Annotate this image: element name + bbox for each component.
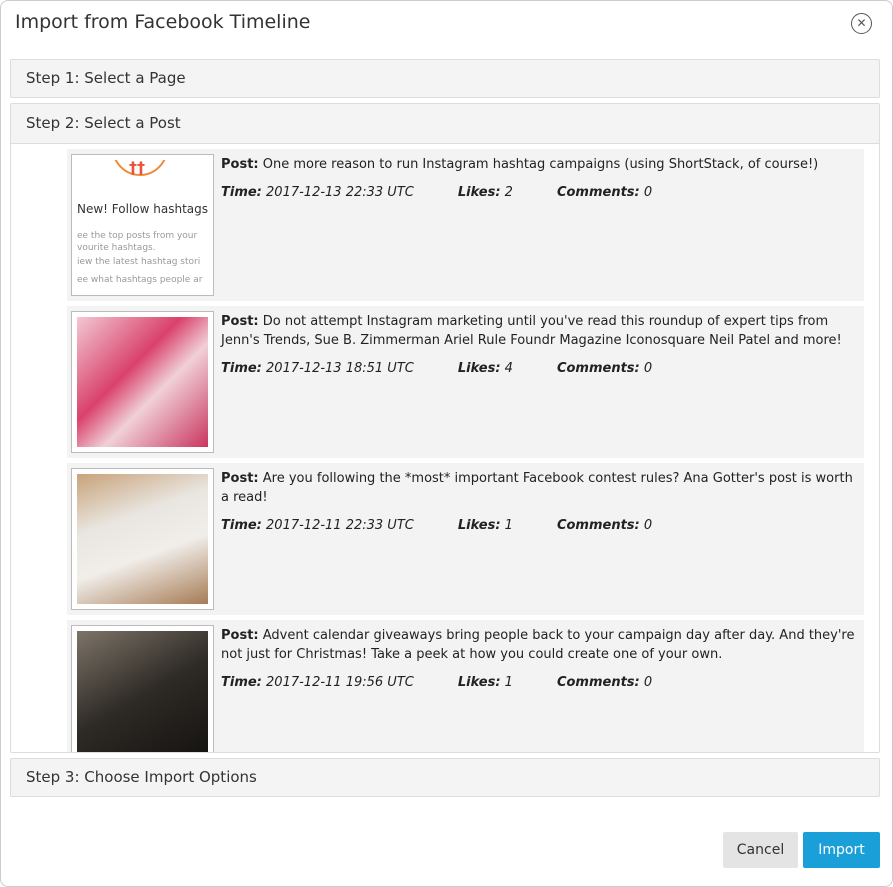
import-button[interactable]: Import: [803, 832, 880, 868]
post-thumbnail: †† New! Follow hashtags ee the top posts…: [71, 154, 214, 296]
post-comments: 0: [643, 675, 653, 690]
post-likes: 4: [504, 361, 513, 376]
post-likes: 1: [504, 675, 513, 690]
post-item[interactable]: Post: Advent calendar giveaways bring pe…: [67, 620, 864, 752]
post-item[interactable]: Post: Do not attempt Instagram marketing…: [67, 306, 864, 458]
post-thumbnail: [71, 311, 214, 453]
post-item[interactable]: †† New! Follow hashtags ee the top posts…: [67, 149, 864, 301]
step-2-panel: Step 2: Select a Post †† New! Follow has…: [10, 103, 880, 753]
post-time: 2017-12-11 22:33 UTC: [266, 518, 414, 533]
post-time: 2017-12-13 22:33 UTC: [266, 185, 414, 200]
post-comments: 0: [643, 361, 653, 376]
post-text: Do not attempt Instagram marketing until…: [221, 314, 842, 348]
cancel-button[interactable]: Cancel: [723, 832, 798, 868]
import-dialog: Import from Facebook Timeline ✕ Step 1: …: [0, 0, 893, 887]
post-time: 2017-12-11 19:56 UTC: [266, 675, 414, 690]
step-3-header[interactable]: Step 3: Choose Import Options: [11, 759, 879, 796]
step-1-header[interactable]: Step 1: Select a Page: [11, 60, 879, 97]
step-1-panel[interactable]: Step 1: Select a Page: [10, 59, 880, 98]
post-comments: 0: [643, 185, 653, 200]
post-likes: 1: [504, 518, 513, 533]
post-list[interactable]: †† New! Follow hashtags ee the top posts…: [11, 144, 879, 752]
step-2-header[interactable]: Step 2: Select a Post: [11, 104, 879, 144]
close-icon[interactable]: ✕: [851, 13, 872, 34]
post-comments: 0: [643, 518, 653, 533]
dialog-title: Import from Facebook Timeline: [15, 11, 311, 33]
post-thumbnail: [71, 625, 214, 752]
step-3-panel[interactable]: Step 3: Choose Import Options: [10, 758, 880, 797]
post-item[interactable]: Post: Are you following the *most* impor…: [67, 463, 864, 615]
post-text: Are you following the *most* important F…: [221, 471, 853, 505]
post-text: One more reason to run Instagram hashtag…: [262, 157, 819, 172]
post-likes: 2: [504, 185, 513, 200]
post-thumbnail: [71, 468, 214, 610]
post-time: 2017-12-13 18:51 UTC: [266, 361, 414, 376]
post-text: Advent calendar giveaways bring people b…: [221, 628, 855, 662]
